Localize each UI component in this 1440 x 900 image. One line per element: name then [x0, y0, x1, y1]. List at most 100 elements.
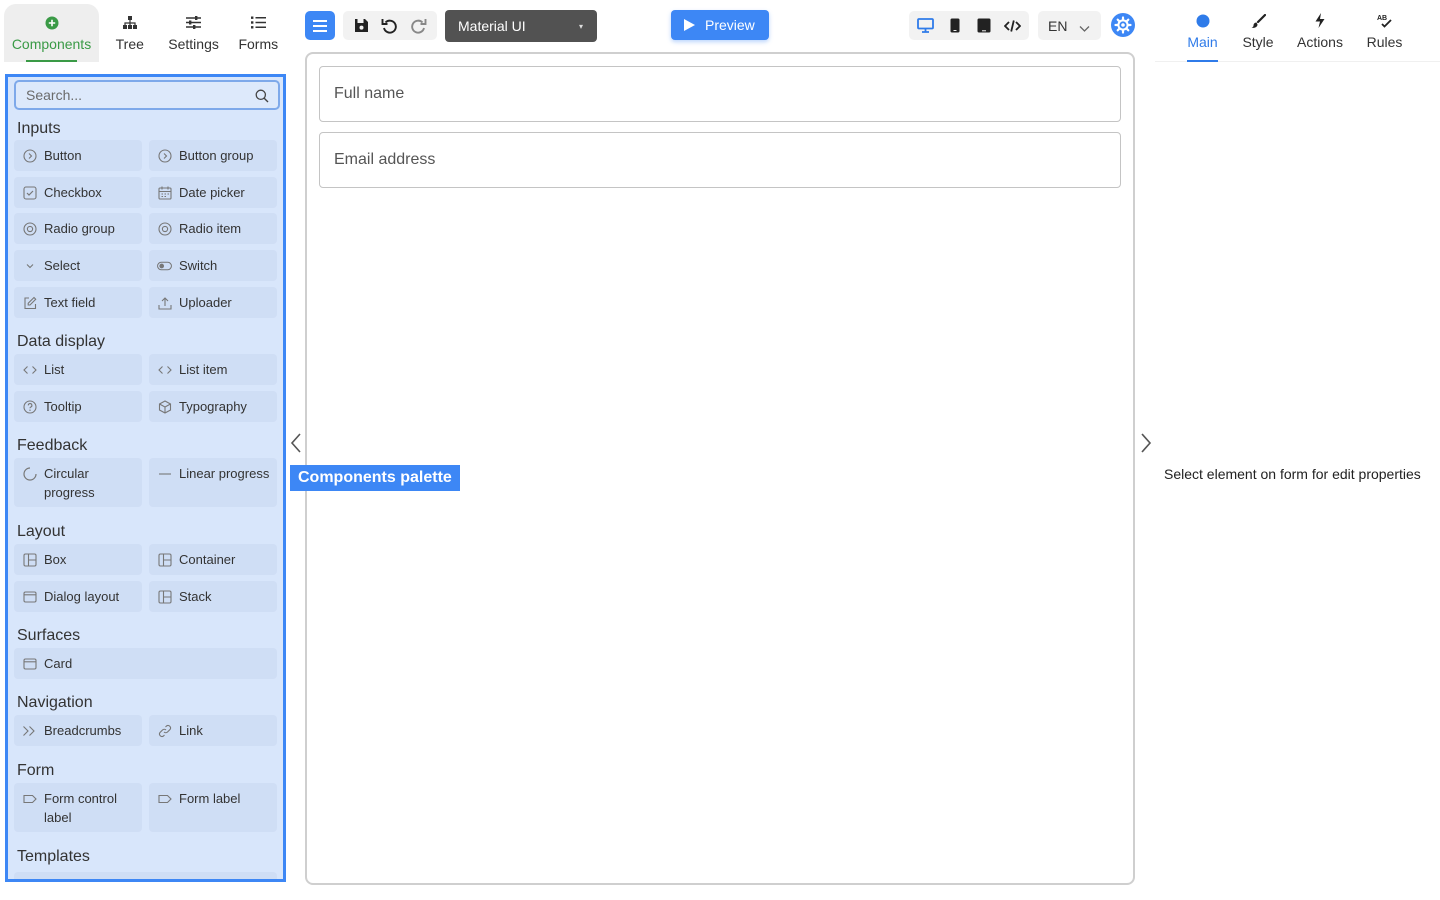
palette-item-label: Button group: [179, 148, 254, 163]
right-panel-tabs: Main Style Actions AB Rules: [1155, 0, 1440, 62]
palette-item-label: Circular progress: [44, 466, 95, 500]
language-select[interactable]: EN: [1038, 11, 1101, 40]
device-switcher: [909, 11, 1029, 40]
list-icon: [250, 15, 266, 31]
palette-item-label: Box: [44, 552, 67, 567]
tab-components[interactable]: Components: [4, 4, 99, 62]
menu-button[interactable]: [305, 11, 335, 40]
palette-item-form-label[interactable]: Form label: [149, 783, 277, 832]
palette-item-template-partial[interactable]: [14, 872, 277, 879]
palette-item-checkbox[interactable]: Checkbox: [14, 177, 142, 208]
palette-item-button-group[interactable]: Button group: [149, 140, 277, 171]
palette-item-label: Link: [179, 723, 203, 738]
palette-item-label: Radio group: [44, 221, 115, 236]
category-navigation: Navigation: [17, 694, 93, 711]
save-icon: [354, 18, 369, 33]
bolt-icon: [1312, 13, 1328, 29]
theme-select[interactable]: Material UI ▾: [445, 10, 597, 42]
palette-item-text-field[interactable]: Text field: [14, 287, 142, 318]
circle-icon: [1195, 13, 1211, 29]
tablet-view-button[interactable]: [972, 14, 996, 38]
palette-item-label: Breadcrumbs: [44, 723, 122, 738]
search-icon[interactable]: [255, 89, 269, 103]
tab-tree-label: Tree: [115, 35, 144, 52]
theme-settings-button[interactable]: [1111, 13, 1135, 37]
palette-item-label: Linear progress: [179, 466, 270, 481]
code-brackets-icon: [157, 362, 172, 377]
full-name-input[interactable]: [334, 85, 1094, 103]
palette-item-stack[interactable]: Stack: [149, 581, 277, 612]
theme-select-value: Material UI: [458, 18, 526, 34]
svg-text:AB: AB: [1377, 15, 1387, 22]
palette-item-circular-progress[interactable]: Circular progress: [14, 458, 142, 507]
circular-progress-icon: [22, 466, 37, 481]
category-form: Form: [17, 762, 55, 779]
brush-icon: [1250, 13, 1266, 29]
collapse-left-panel-button[interactable]: [289, 432, 303, 454]
palette-item-form-control-label[interactable]: Form control label: [14, 783, 142, 832]
edit-tools: [343, 11, 437, 40]
desktop-view-button[interactable]: [914, 14, 938, 38]
undo-button[interactable]: [378, 14, 402, 38]
button-group-icon: [157, 148, 172, 163]
save-button[interactable]: [349, 14, 373, 38]
tab-actions[interactable]: Actions: [1296, 0, 1344, 62]
palette-item-button[interactable]: Button: [14, 140, 142, 171]
palette-item-link[interactable]: Link: [149, 715, 277, 746]
preview-button[interactable]: Preview: [671, 10, 769, 40]
tab-style-label: Style: [1242, 33, 1274, 50]
palette-item-label: Card: [44, 656, 73, 671]
question-circle-icon: [22, 399, 37, 414]
tab-style[interactable]: Style: [1241, 0, 1275, 62]
palette-item-box[interactable]: Box: [14, 544, 142, 575]
tab-forms[interactable]: Forms: [229, 4, 288, 62]
tree-icon: [122, 15, 138, 31]
palette-item-dialog-layout[interactable]: Dialog layout: [14, 581, 142, 612]
search-input[interactable]: [26, 87, 246, 103]
palette-item-label: List item: [179, 362, 228, 377]
category-layout: Layout: [17, 523, 66, 540]
tab-settings[interactable]: Settings: [161, 4, 227, 62]
tab-tree[interactable]: Tree: [101, 4, 159, 62]
palette-item-tooltip[interactable]: Tooltip: [14, 391, 142, 422]
label-tag-icon: [157, 791, 172, 806]
radio-icon: [157, 221, 172, 236]
chevron-right-icon: [1139, 432, 1153, 454]
tab-settings-label: Settings: [168, 35, 219, 52]
edit-icon: [22, 295, 37, 310]
redo-button[interactable]: [407, 14, 431, 38]
palette-item-radio-group[interactable]: Radio group: [14, 213, 142, 244]
palette-item-breadcrumbs[interactable]: Breadcrumbs: [14, 715, 142, 746]
double-chevron-right-icon: [22, 723, 37, 738]
palette-item-linear-progress[interactable]: Linear progress: [149, 458, 277, 507]
email-field: [319, 132, 1121, 188]
calendar-icon: [157, 185, 172, 200]
palette-item-radio-item[interactable]: Radio item: [149, 213, 277, 244]
ab-check-icon: AB: [1377, 13, 1393, 29]
tab-main[interactable]: Main: [1187, 0, 1218, 62]
mobile-view-button[interactable]: [943, 14, 967, 38]
palette-item-date-picker[interactable]: Date picker: [149, 177, 277, 208]
email-input[interactable]: [334, 151, 1094, 169]
palette-item-label: Text field: [44, 295, 96, 310]
category-surfaces: Surfaces: [17, 627, 81, 644]
palette-item-switch[interactable]: Switch: [149, 250, 277, 281]
palette-item-container[interactable]: Container: [149, 544, 277, 575]
tab-rules[interactable]: AB Rules: [1366, 0, 1403, 62]
palette-item-typography[interactable]: Typography: [149, 391, 277, 422]
code-view-button[interactable]: [1001, 14, 1025, 38]
palette-item-list[interactable]: List: [14, 354, 142, 385]
palette-item-card[interactable]: Card: [14, 648, 277, 679]
chevron-left-icon: [289, 432, 303, 454]
collapse-right-panel-button[interactable]: [1139, 432, 1153, 454]
palette-item-select[interactable]: Select: [14, 250, 142, 281]
desktop-icon: [917, 18, 934, 33]
palette-item-list-item[interactable]: List item: [149, 354, 277, 385]
palette-item-label: Radio item: [179, 221, 242, 236]
layout-icon: [22, 552, 37, 567]
label-tag-icon: [22, 791, 37, 806]
palette-item-uploader[interactable]: Uploader: [149, 287, 277, 318]
category-inputs: Inputs: [17, 120, 61, 137]
tab-forms-label: Forms: [238, 35, 279, 52]
palette-item-label: Uploader: [179, 295, 232, 310]
